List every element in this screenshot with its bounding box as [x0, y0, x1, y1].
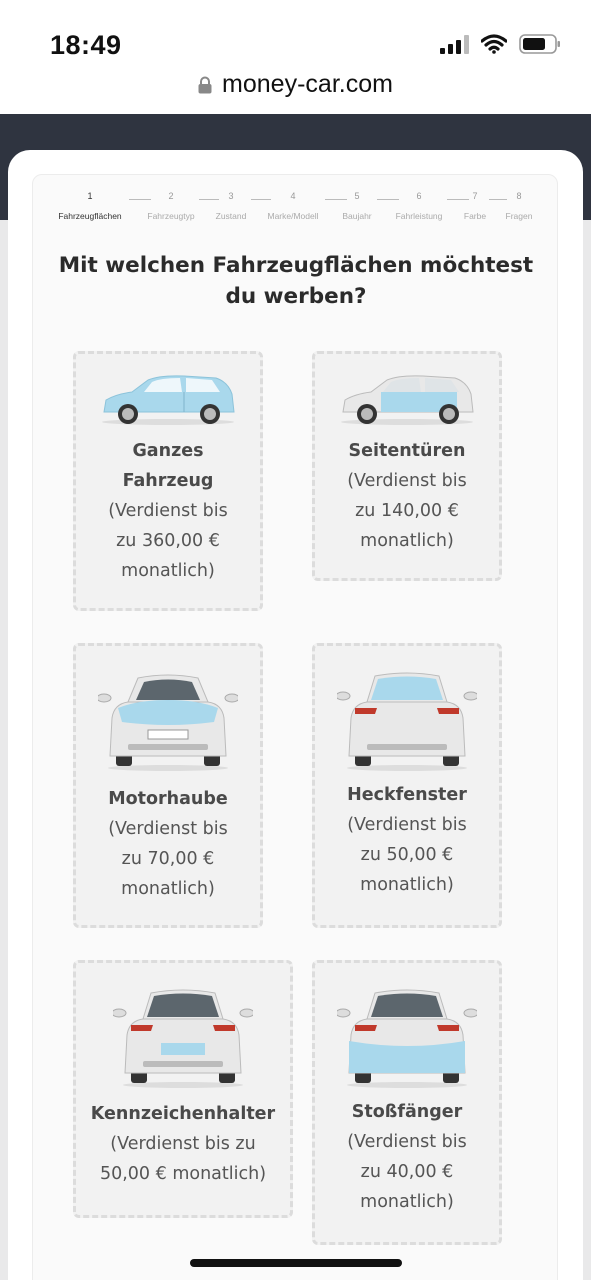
option-ganzes-fahrzeug[interactable]: Ganzes Fahrzeug (Verdienst bis zu 360,00…: [73, 351, 263, 611]
car-rear-plate-icon: [76, 985, 290, 1089]
car-rear-bumper-icon: [315, 985, 499, 1089]
option-title: Kennzeichenhalter: [90, 1104, 276, 1124]
step-label: Marke/Modell: [267, 211, 319, 221]
step-number: 4: [290, 191, 296, 201]
step-label: Fragen: [505, 211, 533, 221]
step-label: Fahrzeugflächen: [58, 211, 122, 221]
option-earnings: zu 70,00 €: [121, 849, 215, 869]
option-earnings: zu 360,00 €: [116, 531, 220, 551]
step-label: Baujahr: [342, 211, 372, 221]
option-title: Heckfenster: [347, 785, 467, 805]
option-kennzeichenhalter[interactable]: Kennzeichenhalter (Verdienst bis zu 50,0…: [73, 960, 293, 1218]
step-7[interactable]: 7 Farbe: [457, 189, 493, 221]
option-earnings: zu 50,00 €: [360, 845, 454, 865]
status-time: 18:49: [50, 30, 122, 60]
url-text: money-car.com: [222, 70, 393, 98]
address-bar[interactable]: money-car.com: [0, 70, 591, 99]
option-title: Ganzes: [132, 441, 204, 461]
step-6[interactable]: 6 Fahrleistung: [389, 189, 449, 221]
option-earnings: (Verdienst bis: [347, 815, 467, 835]
step-label: Fahrleistung: [395, 211, 443, 221]
option-text: Seitentüren (Verdienst bis zu 140,00 € m…: [315, 436, 499, 556]
option-title: Fahrzeug: [122, 471, 214, 491]
progress-stepper: 1 Fahrzeugflächen 2 Fahrzeugtyp 3 Zustan…: [33, 189, 559, 229]
step-8[interactable]: 8 Fragen: [501, 189, 537, 221]
option-earnings: monatlich): [360, 531, 454, 551]
step-5[interactable]: 5 Baujahr: [337, 189, 377, 221]
step-2[interactable]: 2 Fahrzeugtyp: [141, 189, 201, 221]
step-label: Zustand: [215, 211, 247, 221]
form-card: 1 Fahrzeugflächen 2 Fahrzeugtyp 3 Zustan…: [8, 150, 583, 1280]
car-side-full-icon: [76, 372, 260, 428]
option-earnings: zu 140,00 €: [355, 501, 459, 521]
option-earnings: (Verdienst bis: [108, 819, 228, 839]
step-number: 6: [416, 191, 422, 201]
option-stossfaenger[interactable]: Stoßfänger (Verdienst bis zu 40,00 € mon…: [312, 960, 502, 1245]
form-panel: 1 Fahrzeugflächen 2 Fahrzeugtyp 3 Zustan…: [32, 174, 558, 1280]
lock-icon: [198, 76, 212, 93]
step-number: 7: [472, 191, 478, 201]
battery-icon: [519, 34, 560, 54]
step-label: Farbe: [463, 211, 487, 221]
option-earnings: (Verdienst bis zu: [110, 1134, 256, 1154]
step-number: 2: [168, 191, 174, 201]
home-indicator[interactable]: [190, 1259, 402, 1267]
option-title: Motorhaube: [108, 789, 228, 809]
step-number: 3: [228, 191, 234, 201]
cellular-signal-icon: [440, 34, 469, 54]
option-earnings: 50,00 € monatlich): [99, 1164, 267, 1184]
step-number: 8: [516, 191, 522, 201]
option-text: Motorhaube (Verdienst bis zu 70,00 € mon…: [76, 784, 260, 904]
option-text: Kennzeichenhalter (Verdienst bis zu 50,0…: [76, 1099, 290, 1189]
option-text: Stoßfänger (Verdienst bis zu 40,00 € mon…: [315, 1097, 499, 1217]
option-earnings: monatlich): [360, 875, 454, 895]
option-earnings: monatlich): [360, 1192, 454, 1212]
option-heckfenster[interactable]: Heckfenster (Verdienst bis zu 50,00 € mo…: [312, 643, 502, 928]
status-bar: 18:49 money-car.com: [0, 0, 591, 114]
option-text: Heckfenster (Verdienst bis zu 50,00 € mo…: [315, 780, 499, 900]
car-side-doors-icon: [315, 372, 499, 428]
wifi-icon: [481, 34, 507, 54]
car-rear-window-icon: [315, 668, 499, 772]
page-title: Mit welchen Fahrzeugflächen möchtest du …: [33, 250, 559, 312]
step-number: 1: [87, 191, 93, 201]
option-title: Seitentüren: [348, 441, 466, 461]
question-line-2: du werben?: [225, 284, 367, 309]
option-motorhaube[interactable]: Motorhaube (Verdienst bis zu 70,00 € mon…: [73, 643, 263, 928]
option-earnings: zu 40,00 €: [360, 1162, 454, 1182]
step-1[interactable]: 1 Fahrzeugflächen: [55, 189, 125, 221]
step-label: Fahrzeugtyp: [147, 211, 195, 221]
option-earnings: (Verdienst bis: [347, 471, 467, 491]
option-seitentueren[interactable]: Seitentüren (Verdienst bis zu 140,00 € m…: [312, 351, 502, 581]
question-line-1: Mit welchen Fahrzeugflächen möchtest: [58, 253, 534, 278]
option-earnings: (Verdienst bis: [108, 501, 228, 521]
option-text: Ganzes Fahrzeug (Verdienst bis zu 360,00…: [76, 436, 260, 586]
option-earnings: monatlich): [121, 879, 215, 899]
car-front-hood-icon: [76, 668, 260, 772]
status-icons: [440, 34, 561, 54]
option-earnings: (Verdienst bis: [347, 1132, 467, 1152]
step-3[interactable]: 3 Zustand: [211, 189, 251, 221]
step-4[interactable]: 4 Marke/Modell: [263, 189, 323, 221]
option-earnings: monatlich): [121, 561, 215, 581]
step-number: 5: [354, 191, 360, 201]
option-title: Stoßfänger: [351, 1102, 463, 1122]
